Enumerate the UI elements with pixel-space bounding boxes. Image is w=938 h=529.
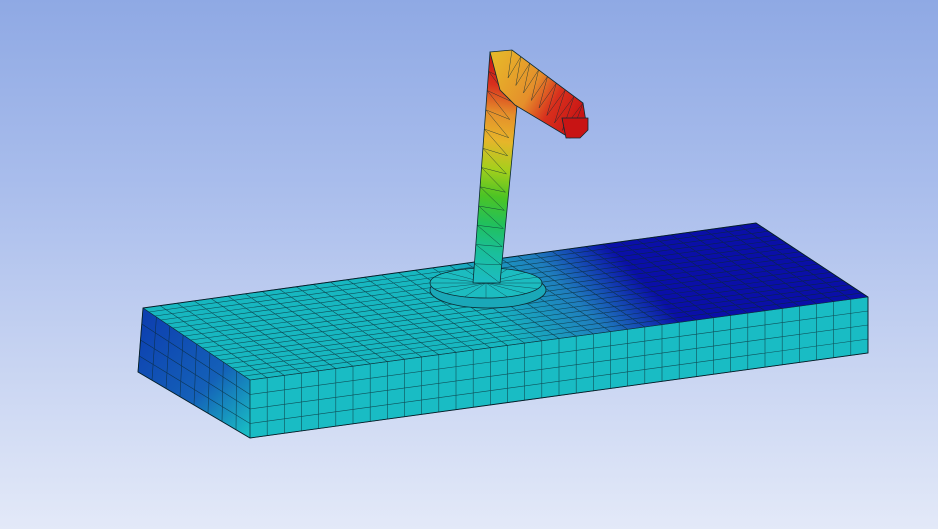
3d-viewport[interactable] (0, 0, 938, 529)
post-arm-tip (561, 117, 589, 139)
mesh-model-scene[interactable] (0, 0, 938, 529)
